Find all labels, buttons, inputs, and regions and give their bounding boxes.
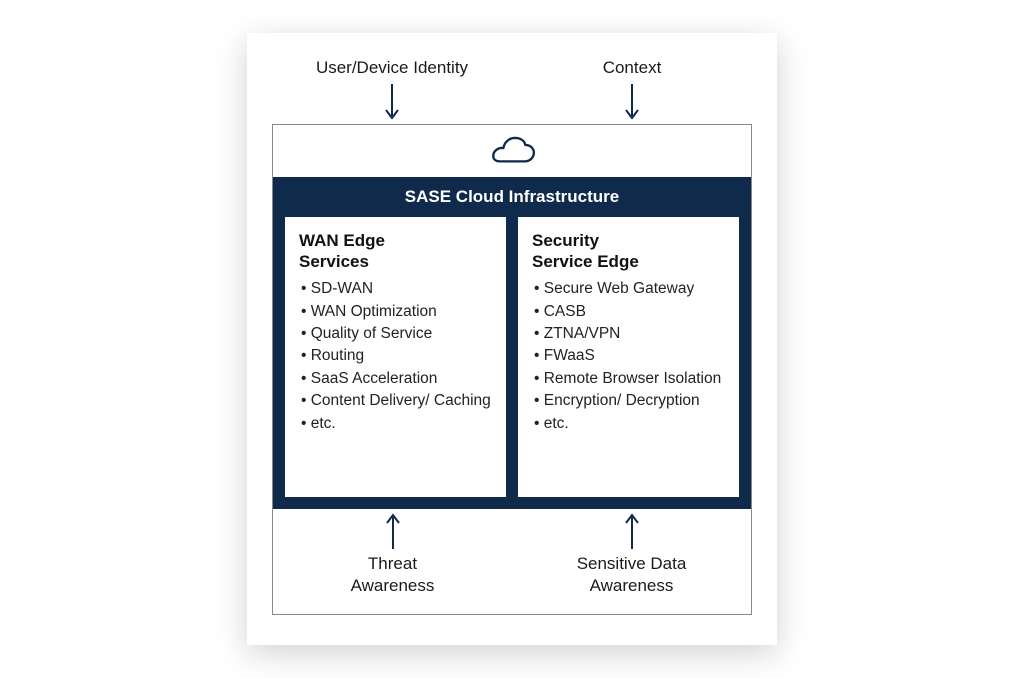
bottom-labels-row: Threat Awareness Sensitive Data Awarenes…	[273, 553, 751, 596]
list-item: CASB	[534, 301, 725, 323]
top-labels-row: User/Device Identity Context	[272, 58, 752, 78]
arrow-up-right	[512, 509, 751, 551]
list-item: Routing	[301, 345, 492, 367]
cloud-icon	[487, 135, 537, 169]
sse-col-title-l2: Service Edge	[532, 252, 639, 271]
list-item: ZTNA/VPN	[534, 323, 725, 345]
arrow-down-right	[512, 82, 752, 124]
wan-col-title: WAN Edge Services	[299, 231, 492, 272]
bottom-input-right: Sensitive Data Awareness	[512, 553, 751, 596]
arrow-down-left	[272, 82, 512, 124]
top-arrows-row	[272, 82, 752, 124]
bottom-right-l1: Sensitive Data	[577, 554, 687, 573]
list-item: FWaaS	[534, 345, 725, 367]
bottom-arrows-row	[273, 509, 751, 551]
sase-title: SASE Cloud Infrastructure	[285, 177, 739, 217]
bottom-right-l2: Awareness	[590, 576, 674, 595]
columns: WAN Edge Services SD-WAN WAN Optimizatio…	[285, 217, 739, 497]
list-item: Content Delivery/ Caching	[301, 390, 492, 412]
sase-block: SASE Cloud Infrastructure WAN Edge Servi…	[273, 177, 751, 509]
list-item: SaaS Acceleration	[301, 368, 492, 390]
bottom-left-l1: Threat	[368, 554, 417, 573]
arrow-up-left	[273, 509, 512, 551]
outer-frame: SASE Cloud Infrastructure WAN Edge Servi…	[272, 124, 752, 615]
arrow-down-icon	[382, 82, 402, 124]
wan-col-title-l1: WAN Edge	[299, 231, 385, 250]
bottom-spacer	[273, 596, 751, 614]
arrow-up-icon	[383, 509, 403, 551]
list-item: etc.	[301, 413, 492, 435]
list-item: etc.	[534, 413, 725, 435]
arrow-down-icon	[622, 82, 642, 124]
list-item: Secure Web Gateway	[534, 278, 725, 300]
wan-col-title-l2: Services	[299, 252, 369, 271]
cloud-zone	[273, 125, 751, 177]
security-service-edge-column: Security Service Edge Secure Web Gateway…	[518, 217, 739, 497]
bottom-input-left: Threat Awareness	[273, 553, 512, 596]
wan-edge-services-column: WAN Edge Services SD-WAN WAN Optimizatio…	[285, 217, 506, 497]
arrow-up-icon	[622, 509, 642, 551]
sse-col-title-l1: Security	[532, 231, 599, 250]
diagram-card: User/Device Identity Context SASE Cloud …	[247, 33, 777, 645]
list-item: Remote Browser Isolation	[534, 368, 725, 390]
sse-col-title: Security Service Edge	[532, 231, 725, 272]
wan-list: SD-WAN WAN Optimization Quality of Servi…	[299, 278, 492, 435]
top-input-right: Context	[512, 58, 752, 78]
list-item: SD-WAN	[301, 278, 492, 300]
top-input-left: User/Device Identity	[272, 58, 512, 78]
bottom-left-l2: Awareness	[351, 576, 435, 595]
list-item: WAN Optimization	[301, 301, 492, 323]
list-item: Quality of Service	[301, 323, 492, 345]
list-item: Encryption/ Decryption	[534, 390, 725, 412]
sse-list: Secure Web Gateway CASB ZTNA/VPN FWaaS R…	[532, 278, 725, 435]
